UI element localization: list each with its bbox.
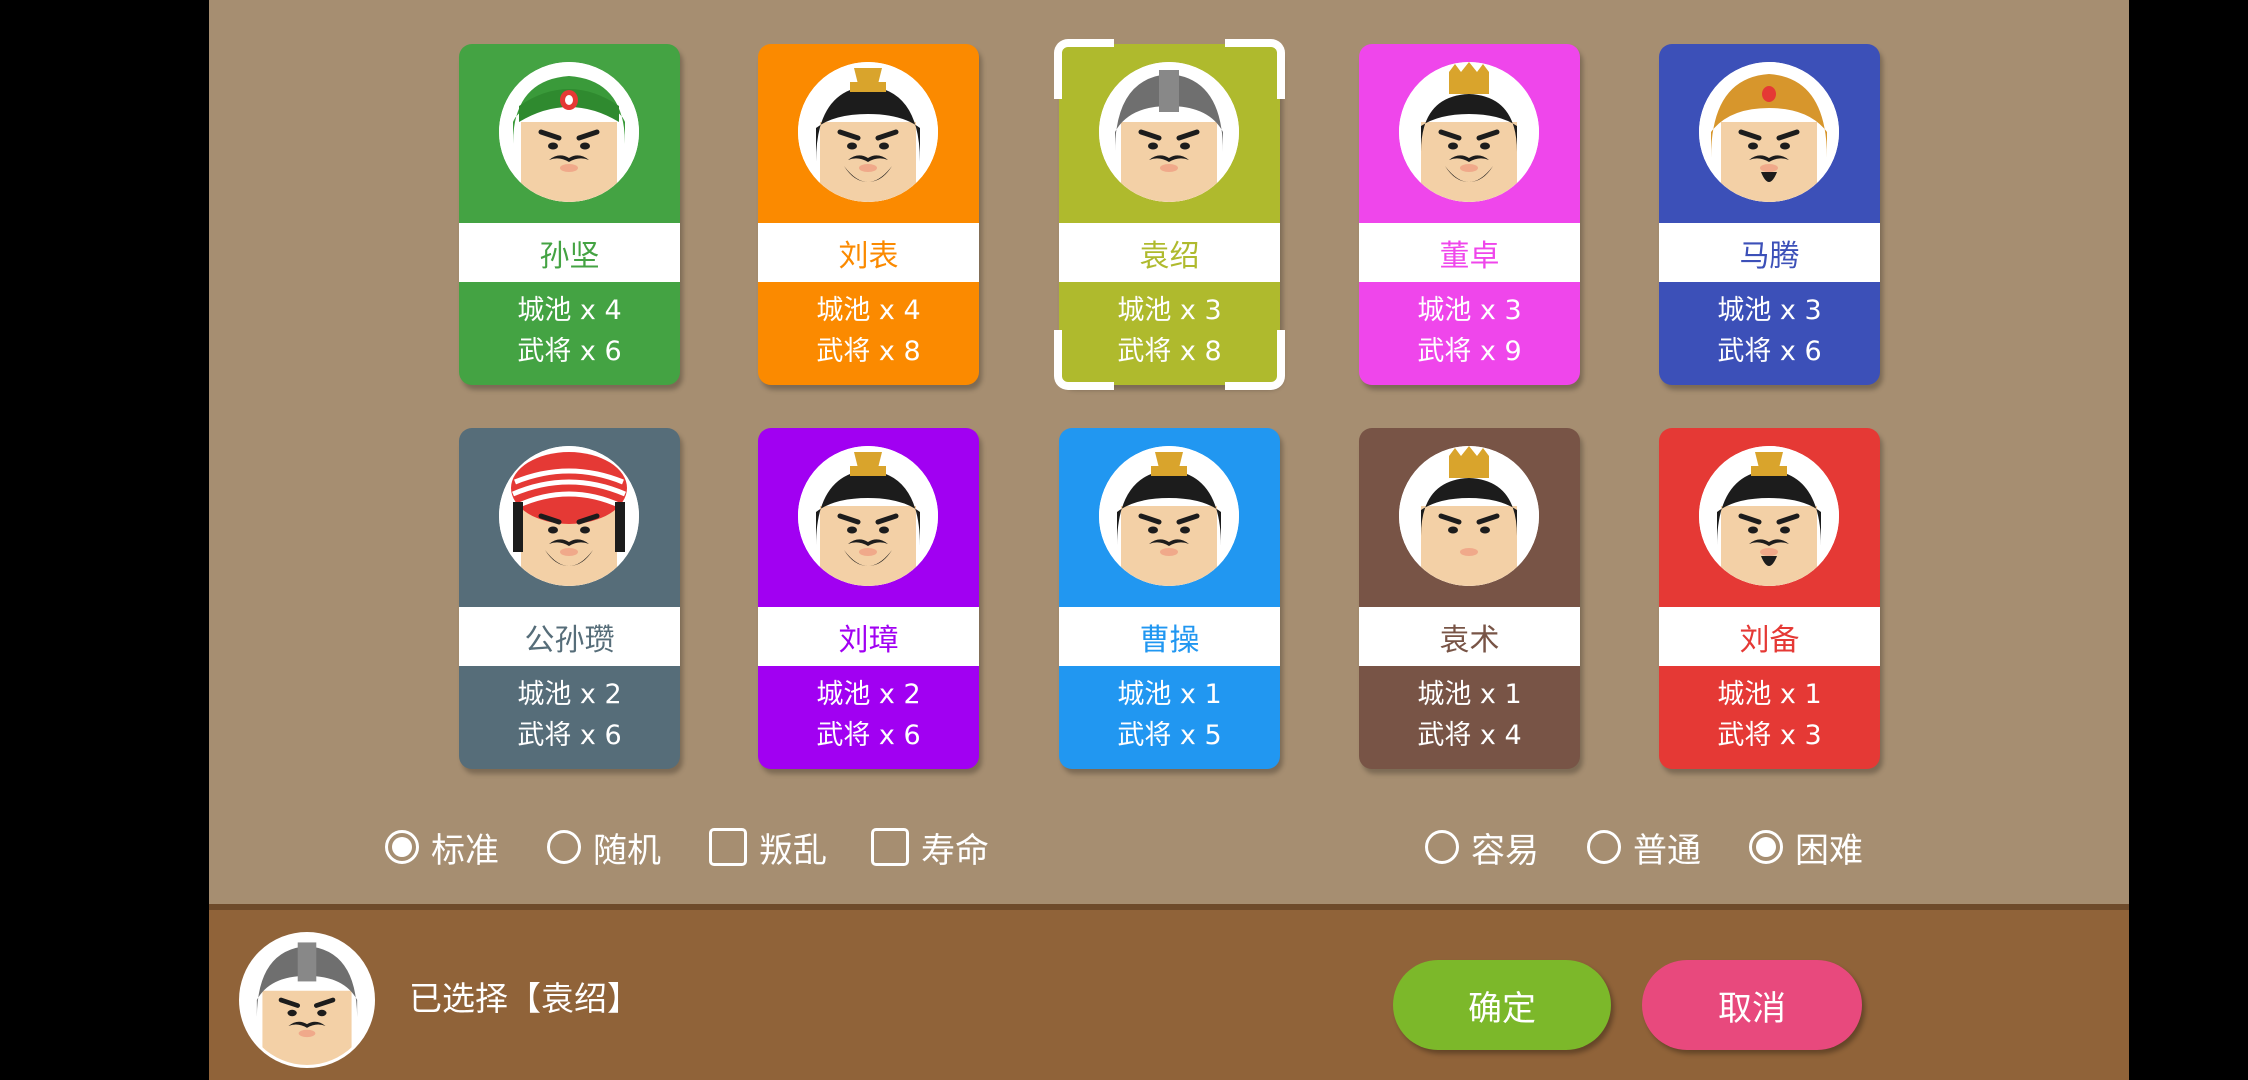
mode-option[interactable]: 寿命 xyxy=(871,820,989,874)
warlord-dong-zhuo-portrait-icon xyxy=(1399,62,1539,202)
warlord-name: 刘璋 xyxy=(758,607,979,666)
warlord-card[interactable]: 公孙瓒 城池 x 2 武将 x 6 xyxy=(459,428,680,769)
warlord-name: 曹操 xyxy=(1059,607,1280,666)
city-count: 城池 x 3 xyxy=(1717,295,1822,326)
city-count: 城池 x 3 xyxy=(1417,295,1522,326)
warlord-stats: 城池 x 4 武将 x 8 xyxy=(758,290,979,372)
warlord-stats: 城池 x 3 武将 x 8 xyxy=(1059,290,1280,372)
selected-warlord-text: 已选择【袁绍】 xyxy=(409,979,640,1018)
general-count: 武将 x 3 xyxy=(1717,720,1822,751)
general-count: 武将 x 6 xyxy=(1717,336,1822,367)
general-count: 武将 x 6 xyxy=(816,720,921,751)
warlord-name: 袁术 xyxy=(1359,607,1580,666)
radio-button[interactable] xyxy=(385,830,419,864)
difficulty-option[interactable]: 普通 xyxy=(1587,820,1701,874)
warlord-name: 刘表 xyxy=(758,223,979,282)
warlord-name: 刘备 xyxy=(1659,607,1880,666)
warlord-card[interactable]: 刘璋 城池 x 2 武将 x 6 xyxy=(758,428,979,769)
warlord-card[interactable]: 刘备 城池 x 1 武将 x 3 xyxy=(1659,428,1880,769)
mode-option[interactable]: 叛乱 xyxy=(709,820,827,874)
selected-warlord-portrait-icon xyxy=(239,932,375,1068)
warlord-stats: 城池 x 1 武将 x 3 xyxy=(1659,674,1880,756)
warlord-cao-cao-portrait-icon xyxy=(1099,446,1239,586)
confirm-button[interactable]: 确定 xyxy=(1393,960,1611,1050)
city-count: 城池 x 4 xyxy=(517,295,622,326)
general-count: 武将 x 6 xyxy=(517,336,622,367)
general-count: 武将 x 5 xyxy=(1117,720,1222,751)
warlord-stats: 城池 x 1 武将 x 5 xyxy=(1059,674,1280,756)
mode-option[interactable]: 随机 xyxy=(547,820,661,874)
warlord-card[interactable]: 马腾 城池 x 3 武将 x 6 xyxy=(1659,44,1880,385)
city-count: 城池 x 1 xyxy=(1717,679,1822,710)
option-label: 容易 xyxy=(1471,830,1539,871)
option-label: 寿命 xyxy=(921,830,989,871)
general-count: 武将 x 6 xyxy=(517,720,622,751)
general-count: 武将 x 8 xyxy=(1117,336,1222,367)
cancel-button[interactable]: 取消 xyxy=(1642,960,1862,1050)
radio-button[interactable] xyxy=(1749,830,1783,864)
warlord-card[interactable]: 董卓 城池 x 3 武将 x 9 xyxy=(1359,44,1580,385)
warlord-stats: 城池 x 3 武将 x 6 xyxy=(1659,290,1880,372)
warlord-name: 马腾 xyxy=(1659,223,1880,282)
warlord-card[interactable]: 袁术 城池 x 1 武将 x 4 xyxy=(1359,428,1580,769)
warlord-stats: 城池 x 4 武将 x 6 xyxy=(459,290,680,372)
warlord-stats: 城池 x 2 武将 x 6 xyxy=(758,674,979,756)
warlord-yuan-shao-portrait-icon xyxy=(1099,62,1239,202)
mode-option[interactable]: 标准 xyxy=(385,820,499,874)
game-stage: 孙坚 城池 x 4 武将 x 6 刘表 城池 x 4 武将 x 8 袁绍 城池 … xyxy=(209,0,2129,1080)
city-count: 城池 x 2 xyxy=(816,679,921,710)
city-count: 城池 x 1 xyxy=(1117,679,1222,710)
warlord-name: 董卓 xyxy=(1359,223,1580,282)
bottom-bar: 已选择【袁绍】 确定 取消 xyxy=(209,904,2129,1080)
option-label: 困难 xyxy=(1795,830,1863,871)
warlord-name: 袁绍 xyxy=(1059,223,1280,282)
general-count: 武将 x 9 xyxy=(1417,336,1522,367)
warlord-ma-teng-portrait-icon xyxy=(1699,62,1839,202)
radio-button[interactable] xyxy=(1425,830,1459,864)
warlord-stats: 城池 x 3 武将 x 9 xyxy=(1359,290,1580,372)
warlord-yuan-shu-portrait-icon xyxy=(1399,446,1539,586)
warlord-card[interactable]: 曹操 城池 x 1 武将 x 5 xyxy=(1059,428,1280,769)
general-count: 武将 x 8 xyxy=(816,336,921,367)
warlord-card[interactable]: 刘表 城池 x 4 武将 x 8 xyxy=(758,44,979,385)
difficulty-option[interactable]: 容易 xyxy=(1425,820,1539,874)
warlord-sun-jian-portrait-icon xyxy=(499,62,639,202)
warlord-name: 公孙瓒 xyxy=(459,607,680,666)
city-count: 城池 x 1 xyxy=(1417,679,1522,710)
difficulty-option[interactable]: 困难 xyxy=(1749,820,1863,874)
checkbox[interactable] xyxy=(871,828,909,866)
warlord-liu-biao-portrait-icon xyxy=(798,62,938,202)
city-count: 城池 x 3 xyxy=(1117,295,1222,326)
warlord-liu-zhang-portrait-icon xyxy=(798,446,938,586)
warlord-card[interactable]: 孙坚 城池 x 4 武将 x 6 xyxy=(459,44,680,385)
warlord-liu-bei-portrait-icon xyxy=(1699,446,1839,586)
warlord-card[interactable]: 袁绍 城池 x 3 武将 x 8 xyxy=(1059,44,1280,385)
warlord-gongsun-zan-portrait-icon xyxy=(499,446,639,586)
option-label: 普通 xyxy=(1633,830,1701,871)
city-count: 城池 x 2 xyxy=(517,679,622,710)
option-label: 标准 xyxy=(431,830,499,871)
option-label: 随机 xyxy=(593,830,661,871)
checkbox[interactable] xyxy=(709,828,747,866)
radio-button[interactable] xyxy=(547,830,581,864)
warlord-stats: 城池 x 1 武将 x 4 xyxy=(1359,674,1580,756)
warlord-name: 孙坚 xyxy=(459,223,680,282)
general-count: 武将 x 4 xyxy=(1417,720,1522,751)
city-count: 城池 x 4 xyxy=(816,295,921,326)
radio-button[interactable] xyxy=(1587,830,1621,864)
option-label: 叛乱 xyxy=(759,830,827,871)
warlord-stats: 城池 x 2 武将 x 6 xyxy=(459,674,680,756)
